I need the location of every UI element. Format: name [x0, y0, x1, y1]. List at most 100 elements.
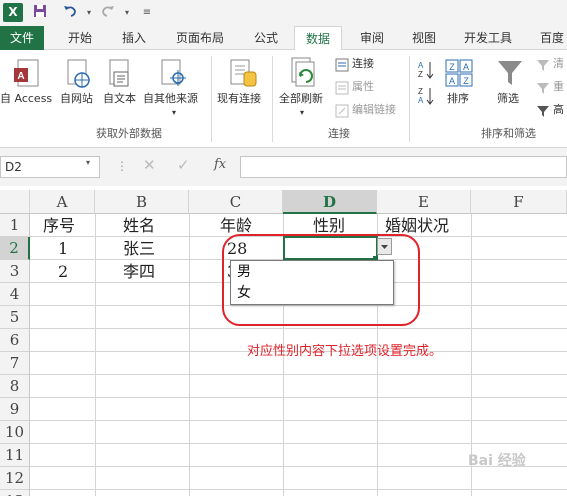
existing-connections-button[interactable]: 现有连接 — [217, 92, 261, 106]
group-label-get-external-data: 获取外部数据 — [96, 127, 162, 140]
excel-window: X ▾ ▾ ≡ 文件 开始 插入 页面布局 公式 数据 审阅 视图 开发工具 百… — [0, 0, 567, 496]
filter-button[interactable]: 筛选 — [497, 92, 519, 106]
undo-icon[interactable] — [60, 3, 80, 23]
grid-line — [30, 397, 567, 398]
svg-text:Z: Z — [463, 76, 469, 86]
column-header-a[interactable]: A — [30, 190, 95, 214]
grid-line — [95, 214, 96, 496]
refresh-dropdown-icon[interactable]: ▾ — [300, 106, 304, 120]
other-sources-icon — [158, 58, 188, 94]
filter-icon — [496, 58, 524, 92]
access-icon: A — [12, 58, 42, 94]
connections-button[interactable]: 连接 — [352, 57, 374, 71]
refresh-all-button[interactable]: 全部刷新 — [279, 92, 323, 106]
group-label-connections: 连接 — [328, 127, 350, 140]
row-header-5[interactable]: 5 — [0, 306, 30, 329]
sort-az-icon[interactable]: AZ — [417, 60, 435, 84]
clear-filter-button[interactable]: 清 — [553, 57, 564, 71]
properties-icon — [335, 80, 349, 95]
redo-dropdown-icon[interactable]: ▾ — [117, 3, 137, 23]
tab-page-layout[interactable]: 页面布局 — [168, 26, 232, 50]
svg-text:Z: Z — [449, 62, 455, 72]
grid-line — [30, 420, 567, 421]
tab-review[interactable]: 审阅 — [350, 26, 394, 50]
column-header-f[interactable]: F — [471, 190, 567, 214]
from-access-button[interactable]: 自 Access — [0, 92, 52, 106]
svg-text:A: A — [418, 96, 424, 105]
svg-text:Z: Z — [418, 87, 423, 96]
svg-text:A: A — [463, 62, 469, 72]
tab-developer[interactable]: 开发工具 — [456, 26, 520, 50]
edit-links-icon — [335, 103, 349, 118]
cell-a3[interactable]: 2 — [58, 261, 68, 283]
row-header-10[interactable]: 10 — [0, 421, 30, 444]
svg-text:A: A — [449, 76, 455, 86]
other-sources-dropdown-icon[interactable]: ▾ — [172, 106, 176, 120]
sort-icon: ZAAZ — [444, 58, 474, 92]
grid-line — [30, 489, 567, 490]
grid-line — [30, 443, 567, 444]
enter-icon[interactable]: ✓ — [177, 156, 190, 174]
from-other-sources-button[interactable]: 自其他来源 — [143, 92, 198, 106]
cell-b1[interactable]: 姓名 — [123, 215, 155, 237]
column-header-e[interactable]: E — [377, 190, 471, 214]
advanced-filter-button[interactable]: 高 — [553, 103, 564, 117]
select-all-corner[interactable] — [0, 190, 30, 214]
grid-line — [30, 374, 567, 375]
reapply-icon — [536, 80, 550, 94]
insert-function-icon[interactable]: fx — [214, 157, 226, 172]
tab-baidu[interactable]: 百度 — [532, 26, 567, 50]
sort-button[interactable]: 排序 — [447, 92, 469, 106]
cell-b3[interactable]: 李四 — [123, 261, 155, 283]
column-header-d[interactable]: D — [283, 190, 377, 214]
row-header-3[interactable]: 3 — [0, 260, 30, 283]
row-header-6[interactable]: 6 — [0, 329, 30, 352]
ribbon-separator — [211, 56, 212, 142]
row-header-1[interactable]: 1 — [0, 214, 30, 237]
formula-bar-grip-icon: ⋮ — [116, 159, 128, 173]
reapply-button[interactable]: 重 — [553, 80, 564, 94]
from-web-button[interactable]: 自网站 — [60, 92, 93, 106]
svg-text:Z: Z — [418, 70, 423, 79]
tab-home[interactable]: 开始 — [58, 26, 102, 50]
cell-b2[interactable]: 张三 — [123, 238, 155, 260]
save-icon[interactable] — [30, 3, 50, 23]
row-header-8[interactable]: 8 — [0, 375, 30, 398]
sort-za-icon[interactable]: ZA — [417, 86, 435, 110]
customize-qat-icon[interactable]: ≡ — [137, 3, 157, 23]
annotation-highlight-box — [222, 234, 420, 326]
formula-input[interactable] — [240, 156, 567, 178]
name-box-dropdown-icon[interactable]: ▾ — [86, 158, 90, 167]
connections-icon — [335, 57, 349, 72]
tab-data[interactable]: 数据 — [294, 26, 342, 51]
undo-dropdown-icon[interactable]: ▾ — [79, 3, 99, 23]
tab-formulas[interactable]: 公式 — [244, 26, 288, 50]
row-header-2[interactable]: 2 — [0, 237, 30, 260]
properties-button[interactable]: 属性 — [352, 80, 374, 94]
tab-insert[interactable]: 插入 — [112, 26, 156, 50]
svg-text:A: A — [17, 71, 24, 82]
tab-file[interactable]: 文件 — [0, 26, 44, 50]
row-header-12[interactable]: 12 — [0, 467, 30, 490]
existing-connections-icon — [228, 58, 258, 94]
row-header-7[interactable]: 7 — [0, 352, 30, 375]
column-header-b[interactable]: B — [95, 190, 189, 214]
cancel-icon[interactable]: ✕ — [143, 156, 156, 174]
group-label-sort-filter: 排序和筛选 — [481, 127, 536, 140]
annotation-text: 对应性别内容下拉选项设置完成。 — [247, 344, 443, 359]
watermark: Bai 经验 — [468, 453, 526, 469]
redo-icon[interactable] — [98, 3, 118, 23]
row-header-11[interactable]: 11 — [0, 444, 30, 467]
from-text-button[interactable]: 自文本 — [103, 92, 136, 106]
row-header-13[interactable]: 13 — [0, 490, 30, 496]
tab-view[interactable]: 视图 — [402, 26, 446, 50]
web-icon — [62, 58, 92, 94]
name-box[interactable]: D2 — [0, 156, 100, 178]
cell-a2[interactable]: 1 — [58, 238, 68, 260]
row-header-4[interactable]: 4 — [0, 283, 30, 306]
cell-a1[interactable]: 序号 — [43, 215, 75, 237]
advanced-filter-icon — [536, 103, 550, 117]
column-header-c[interactable]: C — [189, 190, 283, 214]
row-header-9[interactable]: 9 — [0, 398, 30, 421]
edit-links-button[interactable]: 编辑链接 — [352, 103, 396, 117]
